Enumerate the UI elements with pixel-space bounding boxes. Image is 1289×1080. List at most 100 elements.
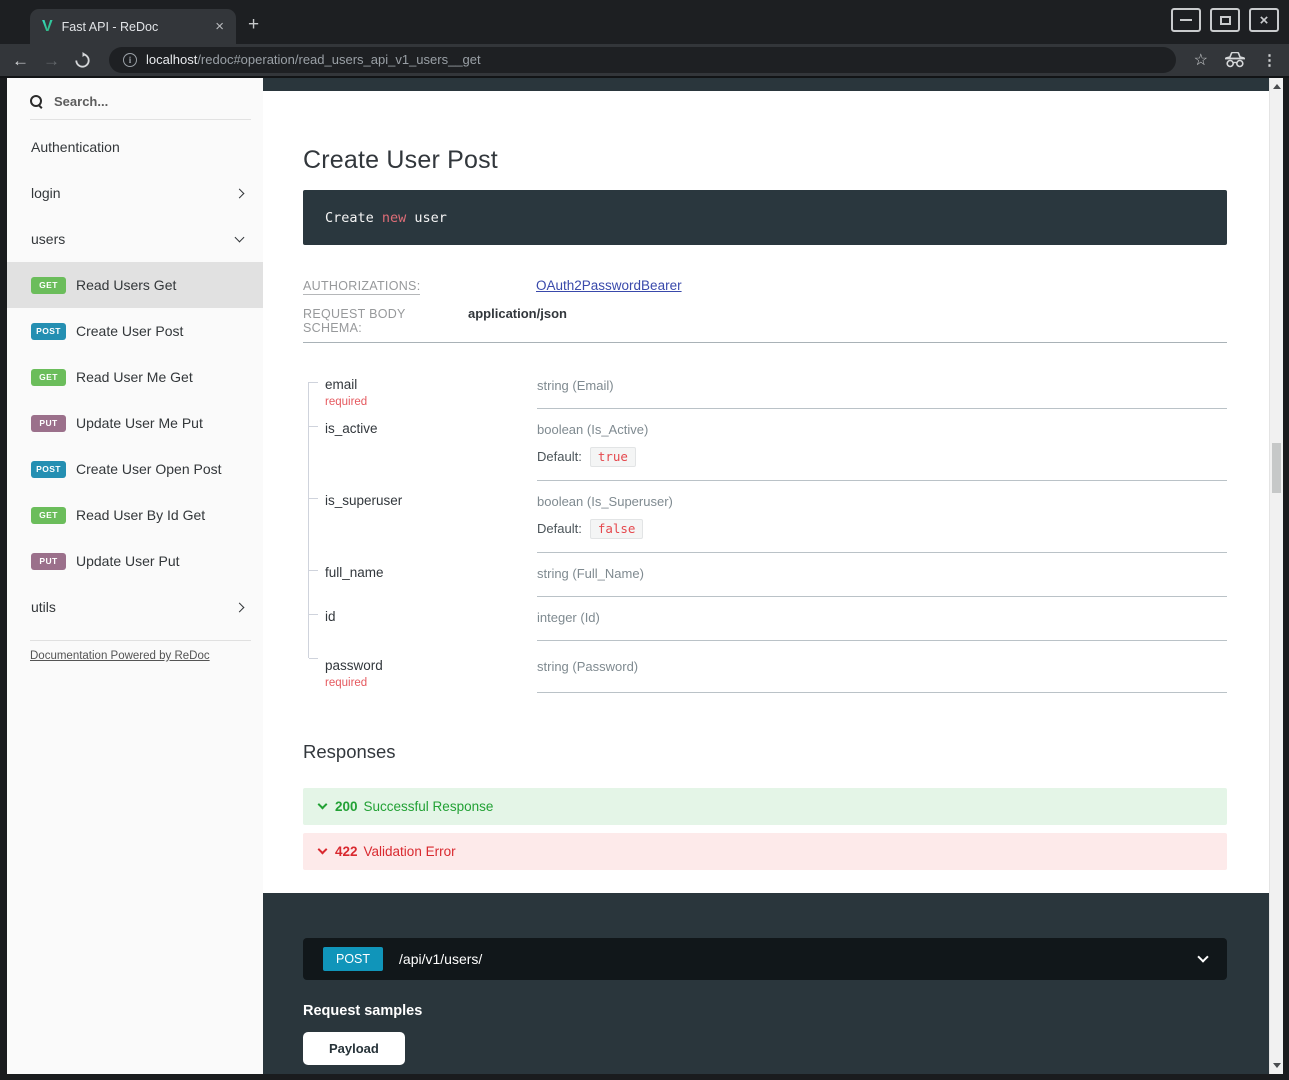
url-address-bar[interactable]: i localhost/redoc#operation/read_users_a… bbox=[109, 47, 1176, 73]
site-info-icon[interactable]: i bbox=[123, 53, 137, 67]
refresh-button[interactable] bbox=[74, 52, 91, 69]
sidebar-item-label: Create User Post bbox=[76, 323, 243, 339]
url-path: /redoc#operation/read_users_api_v1_users… bbox=[197, 52, 480, 67]
sidebar-item-users[interactable]: users bbox=[7, 216, 263, 262]
chevron-down-icon bbox=[1197, 951, 1208, 962]
schema-row-email: email required string (Email) bbox=[303, 365, 1227, 409]
tree-connector-icon bbox=[308, 409, 322, 481]
method-badge-get: GET bbox=[31, 507, 66, 524]
method-badge-get: GET bbox=[31, 369, 66, 386]
sidebar-item-utils[interactable]: utils bbox=[7, 584, 263, 630]
search-icon bbox=[30, 95, 43, 108]
operation-title: Create User Post bbox=[303, 146, 1227, 175]
field-type: integer (Id) bbox=[537, 610, 600, 625]
window-close-button[interactable]: × bbox=[1249, 8, 1279, 32]
response-200-bar[interactable]: 200 Successful Response bbox=[303, 788, 1227, 825]
new-tab-button[interactable]: + bbox=[248, 14, 259, 36]
chevron-right-icon bbox=[235, 188, 245, 198]
field-name: full_name bbox=[325, 565, 384, 580]
code-highlight: new bbox=[382, 210, 406, 226]
sidebar-item-authentication[interactable]: Authentication bbox=[7, 124, 263, 170]
field-name: is_active bbox=[325, 421, 378, 436]
response-422-bar[interactable]: 422 Validation Error bbox=[303, 833, 1227, 870]
sidebar-item-read-user-me-get[interactable]: GET Read User Me Get bbox=[7, 354, 263, 400]
field-name: email bbox=[325, 377, 357, 392]
tree-connector-icon bbox=[308, 641, 322, 693]
request-samples-heading: Request samples bbox=[303, 1003, 1227, 1019]
schema-row-id: id integer (Id) bbox=[303, 597, 1227, 641]
search-input[interactable] bbox=[54, 94, 214, 109]
schema-row-password: password required string (Password) bbox=[303, 641, 1227, 693]
sidebar-item-label: users bbox=[31, 231, 236, 247]
schema-row-is-active: is_active boolean (Is_Active) Default:tr… bbox=[303, 409, 1227, 481]
tree-connector-icon bbox=[308, 597, 322, 641]
tab-title: Fast API - ReDoc bbox=[62, 20, 212, 34]
endpoint-dropdown[interactable]: POST /api/v1/users/ bbox=[303, 938, 1227, 980]
browser-titlebar: V Fast API - ReDoc × + × bbox=[0, 0, 1289, 44]
redoc-attribution-link[interactable]: Documentation Powered by ReDoc bbox=[30, 650, 263, 662]
scroll-up-arrow-icon[interactable] bbox=[1273, 84, 1281, 89]
browser-toolbar: ← → i localhost/redoc#operation/read_use… bbox=[0, 44, 1289, 78]
page-scrollbar[interactable] bbox=[1269, 78, 1283, 1074]
close-icon: × bbox=[1260, 13, 1269, 28]
sidebar-item-read-users-get[interactable]: GET Read Users Get bbox=[7, 262, 263, 308]
browser-menu-icon[interactable]: ⋮ bbox=[1262, 51, 1277, 69]
sidebar-item-label: Read Users Get bbox=[76, 277, 243, 293]
request-body-schema-label: REQUEST BODY SCHEMA: bbox=[303, 307, 468, 335]
method-badge-put: PUT bbox=[31, 415, 66, 432]
response-code: 422 bbox=[335, 844, 358, 859]
default-value: false bbox=[590, 519, 644, 539]
window-maximize-button[interactable] bbox=[1210, 8, 1240, 32]
schema-row-full-name: full_name string (Full_Name) bbox=[303, 553, 1227, 597]
field-name: id bbox=[325, 609, 336, 624]
field-type: string (Password) bbox=[537, 659, 638, 674]
url-host: localhost bbox=[146, 52, 197, 67]
chevron-down-icon bbox=[235, 233, 245, 243]
payload-tab[interactable]: Payload bbox=[303, 1032, 405, 1065]
default-value: true bbox=[590, 447, 636, 467]
request-samples-panel: POST /api/v1/users/ Request samples Payl… bbox=[263, 893, 1269, 1074]
sidebar-item-create-user-post[interactable]: POST Create User Post bbox=[7, 308, 263, 354]
field-default: Default:false bbox=[537, 519, 1227, 539]
sidebar-item-read-user-by-id-get[interactable]: GET Read User By Id Get bbox=[7, 492, 263, 538]
tab-close-icon[interactable]: × bbox=[211, 17, 228, 36]
authorizations-row: AUTHORIZATIONS: OAuth2PasswordBearer bbox=[303, 278, 1227, 293]
maximize-icon bbox=[1220, 16, 1231, 25]
browser-tab[interactable]: V Fast API - ReDoc × bbox=[30, 9, 236, 44]
schema-row-is-superuser: is_superuser boolean (Is_Superuser) Defa… bbox=[303, 481, 1227, 553]
field-type: boolean (Is_Superuser) bbox=[537, 494, 673, 509]
oauth2-security-link[interactable]: OAuth2PasswordBearer bbox=[536, 278, 682, 293]
field-type: boolean (Is_Active) bbox=[537, 422, 648, 437]
tree-connector-icon bbox=[308, 481, 322, 553]
request-body-schema-row: REQUEST BODY SCHEMA: application/json bbox=[303, 306, 1227, 335]
back-button[interactable]: ← bbox=[12, 52, 29, 69]
field-type: string (Email) bbox=[537, 378, 614, 393]
sidebar-item-update-user-me-put[interactable]: PUT Update User Me Put bbox=[7, 400, 263, 446]
site-favicon-icon: V bbox=[42, 19, 53, 35]
scroll-down-arrow-icon[interactable] bbox=[1273, 1063, 1281, 1068]
sidebar-item-label: utils bbox=[31, 599, 236, 615]
sidebar-item-label: Update User Me Put bbox=[76, 415, 243, 431]
bookmark-star-icon[interactable]: ☆ bbox=[1194, 50, 1208, 70]
schema-divider bbox=[303, 342, 1227, 343]
forward-button: → bbox=[43, 52, 60, 69]
chevron-down-icon bbox=[318, 845, 328, 855]
sidebar-item-login[interactable]: login bbox=[7, 170, 263, 216]
method-badge-post: POST bbox=[31, 323, 66, 340]
operation-description-code: Create new user bbox=[303, 190, 1227, 245]
window-minimize-button[interactable] bbox=[1171, 8, 1201, 32]
sidebar-item-create-user-open-post[interactable]: POST Create User Open Post bbox=[7, 446, 263, 492]
field-default: Default:true bbox=[537, 447, 1227, 467]
endpoint-path: /api/v1/users/ bbox=[399, 951, 1199, 967]
response-code: 200 bbox=[335, 799, 358, 814]
authorizations-label: AUTHORIZATIONS: bbox=[303, 279, 536, 293]
scrollbar-thumb[interactable] bbox=[1272, 443, 1281, 493]
chevron-down-icon bbox=[318, 800, 328, 810]
search-divider bbox=[30, 119, 251, 120]
sidebar-item-label: Update User Put bbox=[76, 553, 243, 569]
response-text: Validation Error bbox=[364, 844, 456, 859]
schema-table: email required string (Email) is_active … bbox=[303, 365, 1227, 693]
code-text: user bbox=[406, 210, 447, 226]
sidebar-item-update-user-put[interactable]: PUT Update User Put bbox=[7, 538, 263, 584]
responses-heading: Responses bbox=[303, 741, 1227, 763]
